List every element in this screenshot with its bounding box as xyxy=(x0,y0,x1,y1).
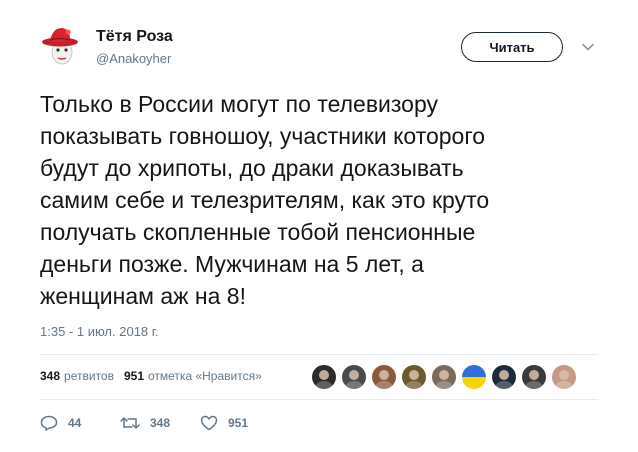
tweet-menu-button[interactable] xyxy=(581,40,595,54)
liker-avatar-1 xyxy=(312,365,336,389)
likes-label: отметка «Нравится» xyxy=(148,369,262,383)
reply-count: 44 xyxy=(68,416,82,430)
user-avatar[interactable] xyxy=(38,22,86,70)
follow-button[interactable]: Читать xyxy=(461,32,563,62)
likes-stat[interactable]: 951 отметка «Нравится» xyxy=(124,369,262,383)
tweet-stats: 348 ретвитов 951 отметка «Нравится» xyxy=(40,369,272,383)
liker-avatar-2 xyxy=(342,365,366,389)
tweet-card: Тётя Роза @Anakoyher Читать Только в Рос… xyxy=(0,0,638,452)
divider-top xyxy=(40,354,598,355)
reply-button[interactable]: 44 xyxy=(40,415,120,431)
like-button[interactable]: 951 xyxy=(200,415,280,431)
liker-avatar[interactable] xyxy=(431,364,457,390)
liker-avatar-5 xyxy=(432,365,456,389)
liker-avatar[interactable] xyxy=(461,364,487,390)
like-count: 951 xyxy=(228,416,249,430)
retweets-stat[interactable]: 348 ретвитов xyxy=(40,369,114,383)
user-handle[interactable]: @Anakoyher xyxy=(96,51,171,66)
liker-avatar[interactable] xyxy=(311,364,337,390)
liker-avatar[interactable] xyxy=(341,364,367,390)
tweet-text: Только в России могут по телевизору пока… xyxy=(40,91,490,309)
liker-avatar[interactable] xyxy=(491,364,517,390)
chevron-down-icon xyxy=(582,43,594,51)
retweets-count: 348 xyxy=(40,369,61,383)
liker-avatar-4 xyxy=(402,365,426,389)
liker-avatar-7 xyxy=(492,365,516,389)
liker-avatar-9 xyxy=(552,365,576,389)
liker-avatar[interactable] xyxy=(551,364,577,390)
tweet-timestamp[interactable]: 1:35 - 1 июл. 2018 г. xyxy=(40,324,159,339)
liker-avatar[interactable] xyxy=(401,364,427,390)
liker-avatar-3 xyxy=(372,365,396,389)
likers-avatars xyxy=(311,364,581,392)
liker-avatar-8 xyxy=(522,365,546,389)
divider-bottom xyxy=(40,399,598,400)
retweet-button[interactable]: 348 xyxy=(120,415,200,431)
reply-icon xyxy=(40,415,58,431)
retweet-icon xyxy=(120,417,140,429)
heart-icon xyxy=(200,415,218,431)
likes-count: 951 xyxy=(123,369,144,383)
retweets-label: ретвитов xyxy=(64,369,114,383)
retweet-count: 348 xyxy=(150,416,171,430)
user-display-name[interactable]: Тётя Роза xyxy=(96,28,173,46)
liker-avatar[interactable] xyxy=(521,364,547,390)
tweet-actions: 44 348 951 xyxy=(40,415,280,431)
liker-avatar-6-ukraine-flag xyxy=(462,365,486,389)
red-hat-avatar-icon xyxy=(38,22,86,70)
liker-avatar[interactable] xyxy=(371,364,397,390)
